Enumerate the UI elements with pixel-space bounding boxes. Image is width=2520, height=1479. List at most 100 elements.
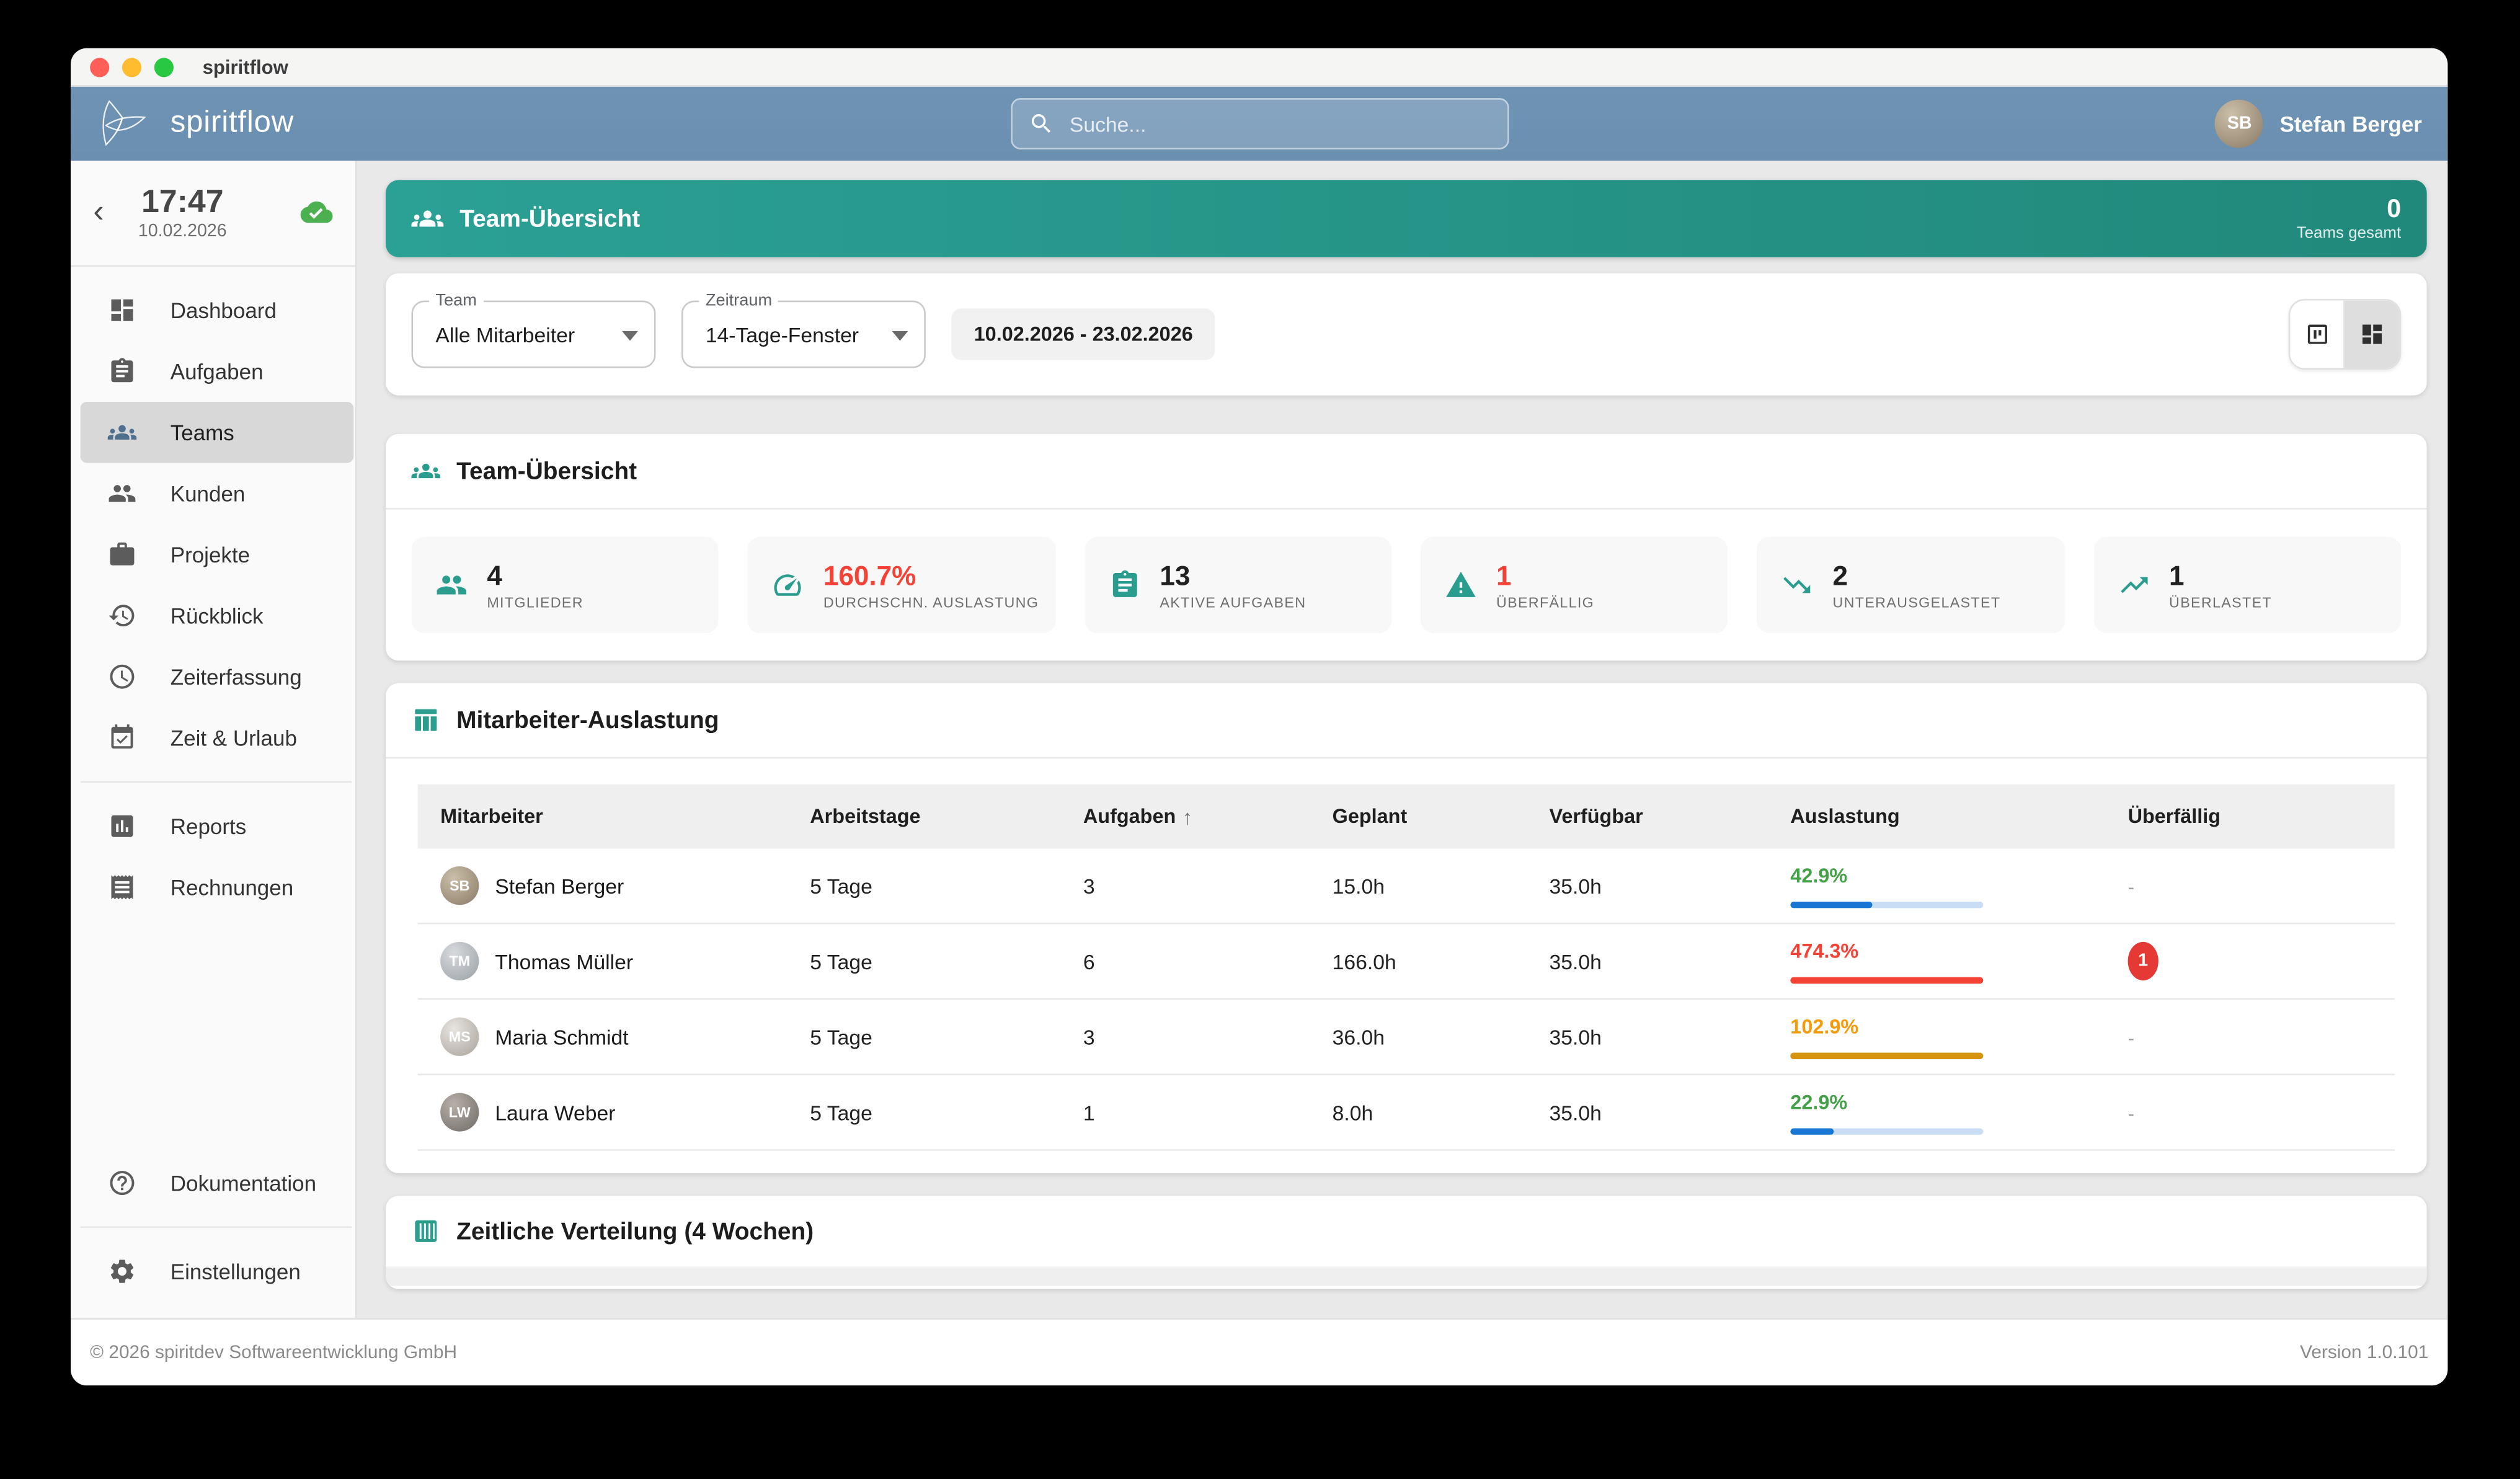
sidebar-item-aufgaben[interactable]: Aufgaben [71,340,352,401]
tasks-cell: 1 [1061,1100,1310,1124]
sidebar-item-zeit-urlaub[interactable]: Zeit & Urlaub [71,707,352,768]
kanban-icon [2304,321,2329,347]
stat-value: 1 [1496,560,1594,590]
sidebar-item-label: Teams [171,420,234,445]
zoom-button[interactable] [154,57,174,76]
chevron-down-icon [892,331,908,341]
utilization-bar-fill [1790,977,1983,983]
page-title: Team-Übersicht [459,205,640,232]
column-header-arbeitstage[interactable]: Arbeitstage [788,806,1061,828]
sidebar-collapse-button[interactable]: ‹ [93,196,104,228]
warning-icon [1445,569,1477,602]
overdue-cell: 1 [2105,942,2395,980]
user-menu[interactable]: SB Stefan Berger [2216,100,2422,148]
sidebar-item-label: Reports [171,814,247,838]
sidebar-item-dashboard[interactable]: Dashboard [71,280,352,340]
column-header-ueberfaellig[interactable]: Überfällig [2105,806,2395,828]
menu-divider [81,1227,352,1228]
brand: spiritflow [97,97,295,151]
utilization-cell: 474.3% [1768,939,2105,983]
distribution-card: Zeitliche Verteilung (4 Wochen) [386,1196,2427,1289]
planned-cell: 36.0h [1310,1024,1527,1049]
employee-name: Maria Schmidt [495,1024,628,1049]
sidebar-item-teams[interactable]: Teams [81,402,354,463]
sidebar-item-projekte[interactable]: Projekte [71,524,352,585]
clock-date: 10.02.2026 [138,221,227,240]
bar-chart-icon [108,812,137,841]
sidebar-item-dokumentation[interactable]: Dokumentation [71,1152,352,1213]
sidebar-item-rechnungen[interactable]: Rechnungen [71,856,352,917]
utilization-percent: 22.9% [1790,1091,2105,1113]
table-row[interactable]: TM Thomas Müller 5 Tage 6 166.0h 35.0h 4… [418,924,2395,1000]
view-week-icon [412,1217,441,1246]
stat-label: AKTIVE AUFGABEN [1160,594,1306,610]
sidebar-item-reports[interactable]: Reports [71,796,352,856]
table-header-strip [386,1266,2427,1286]
macos-titlebar: spiritflow [71,48,2447,87]
sidebar-item-zeiterfassung[interactable]: Zeiterfassung [71,646,352,707]
column-header-aufgaben[interactable]: Aufgaben↑ [1061,804,1310,828]
workdays-cell: 5 Tage [788,874,1061,898]
trending-up-icon [2118,569,2150,602]
help-icon [108,1168,137,1197]
workdays-cell: 5 Tage [788,1024,1061,1049]
search-input[interactable] [1010,98,1508,149]
utilization-bar-fill [1790,901,1873,907]
clock-icon [108,662,137,691]
people-icon [435,569,468,602]
spiritflow-logo-icon [97,97,158,151]
filter-bar: Team Alle Mitarbeiter Zeitraum 14-Tage-F… [386,273,2427,396]
sidebar-item-kunden[interactable]: Kunden [71,463,352,523]
main-content: Team-Übersicht 0 Teams gesamt Team Alle … [357,161,2447,1318]
stat-label: ÜBERLASTET [2169,594,2272,610]
table-row[interactable]: SB Stefan Berger 5 Tage 3 15.0h 35.0h 42… [418,848,2395,924]
sidebar-item-label: Zeiterfassung [171,665,302,689]
menu-divider [81,781,352,783]
clipboard-icon [108,357,137,386]
kanban-view-button[interactable] [2290,301,2345,368]
utilization-bar [1790,1052,1983,1058]
column-header-auslastung[interactable]: Auslastung [1768,806,2105,828]
brand-name: spiritflow [171,106,294,141]
utilization-bar [1790,1127,1983,1134]
planned-cell: 8.0h [1310,1100,1527,1124]
employee-avatar: TM [440,942,479,980]
available-cell: 35.0h [1527,949,1768,973]
period-select-label: Zeitraum [699,291,778,310]
date-range-chip[interactable]: 10.02.2026 - 23.02.2026 [951,309,1215,360]
sort-ascending-icon: ↑ [1182,804,1193,828]
stat-label: MITGLIEDER [487,594,583,610]
people-icon [108,479,137,508]
team-select-value: Alle Mitarbeiter [435,322,575,347]
sidebar-item-einstellungen[interactable]: Einstellungen [71,1241,352,1302]
stat-label: DURCHSCHN. AUSLASTUNG [823,594,1039,610]
calendar-check-icon [108,723,137,752]
table-row[interactable]: MS Maria Schmidt 5 Tage 3 36.0h 35.0h 10… [418,1000,2395,1075]
sidebar-item-rueckblick[interactable]: Rückblick [71,585,352,646]
planned-cell: 15.0h [1310,874,1527,898]
period-select[interactable]: Zeitraum 14-Tage-Fenster [681,301,926,368]
sidebar-item-label: Kunden [171,481,246,505]
stat-aktive-aufgaben: 13 AKTIVE AUFGABEN [1085,537,1392,634]
utilization-bar [1790,977,1983,983]
stat-label: UNTERAUSGELASTET [1833,594,2001,610]
close-button[interactable] [90,57,109,76]
dashboard-icon [108,296,137,325]
dashboard-view-button[interactable] [2345,301,2399,368]
team-select[interactable]: Team Alle Mitarbeiter [412,301,656,368]
table-row[interactable]: LW Laura Weber 5 Tage 1 8.0h 35.0h 22.9% [418,1075,2395,1151]
utilization-card: Mitarbeiter-Auslastung Mitarbeiter Arbei… [386,683,2427,1174]
minimize-button[interactable] [122,57,141,76]
sidebar-item-label: Rechnungen [171,875,293,899]
search-container [1010,98,1508,149]
column-header-verfuegbar[interactable]: Verfügbar [1527,806,1768,828]
utilization-cell: 102.9% [1768,1015,2105,1059]
workdays-cell: 5 Tage [788,949,1061,973]
card-header: Team-Übersicht [386,434,2427,508]
column-header-mitarbeiter[interactable]: Mitarbeiter [418,806,788,828]
employee-name: Stefan Berger [495,874,624,898]
groups-icon [412,456,441,486]
column-header-geplant[interactable]: Geplant [1310,806,1527,828]
stat-label: ÜBERFÄLLIG [1496,594,1594,610]
workdays-cell: 5 Tage [788,1100,1061,1124]
